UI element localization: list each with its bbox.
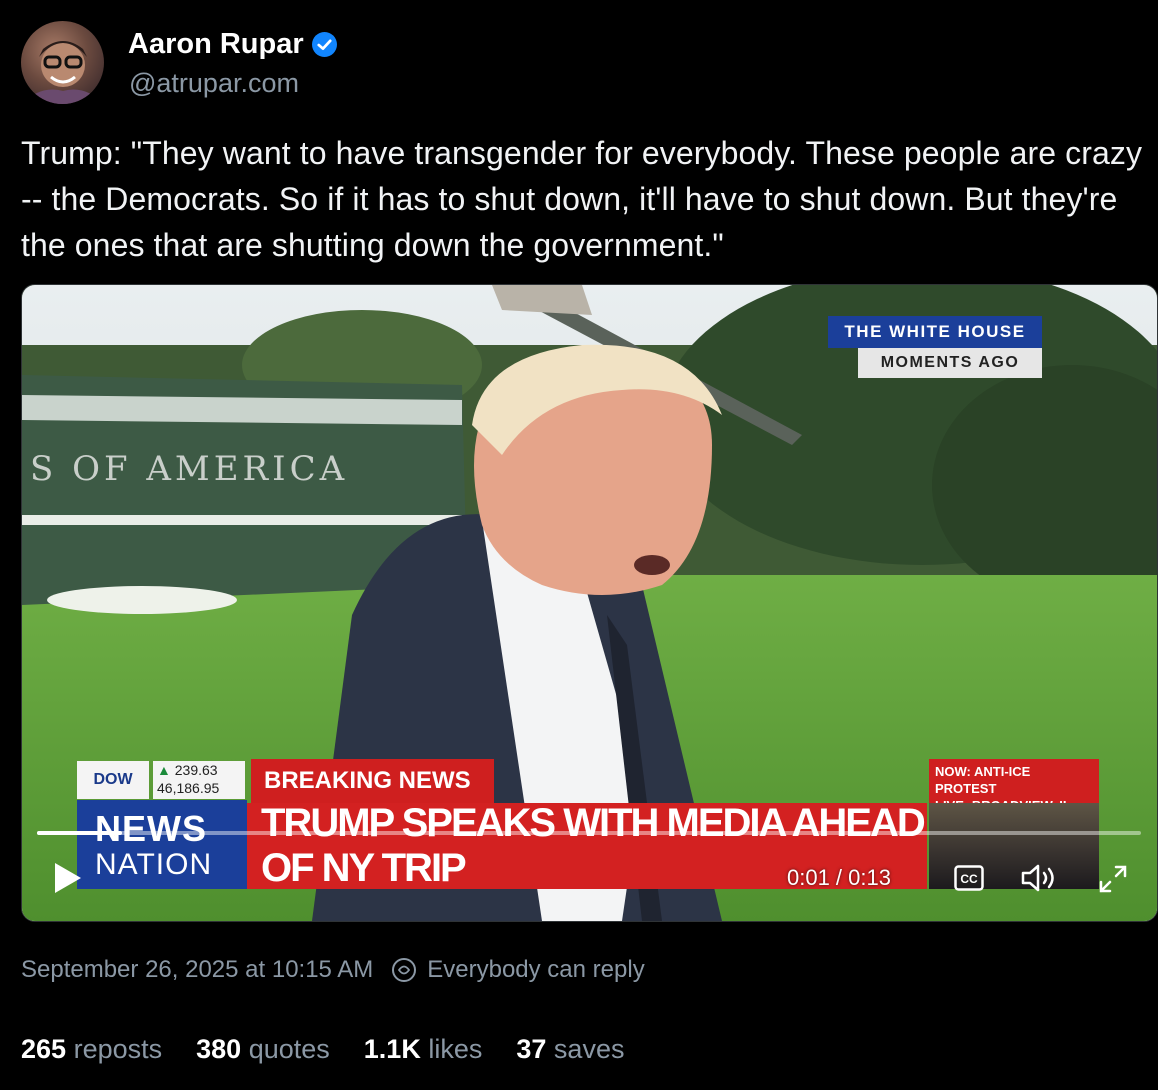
helicopter-lettering: S OF AMERICA — [30, 449, 348, 489]
time-bug: MOMENTS AGO — [858, 348, 1042, 378]
reply-setting[interactable]: Everybody can reply — [427, 956, 644, 984]
location-bug: THE WHITE HOUSE — [828, 316, 1042, 348]
ticker-values: ▲ 239.63 46,186.95 — [153, 761, 245, 799]
stat-saves[interactable]: 37 saves — [516, 1034, 624, 1065]
stat-quotes[interactable]: 380 quotes — [196, 1034, 330, 1065]
time-display: 0:01 / 0:13 — [787, 865, 891, 890]
post-text: Trump: "They want to have transgender fo… — [21, 135, 1143, 263]
progress-fill — [37, 831, 122, 835]
network-logo-line2: NATION — [95, 848, 213, 881]
fullscreen-icon[interactable] — [1097, 863, 1129, 895]
handle[interactable]: @atrupar.com — [129, 68, 299, 99]
avatar[interactable] — [21, 21, 104, 104]
timestamp[interactable]: September 26, 2025 at 10:15 AM — [21, 956, 373, 984]
network-logo-line1: NEWS — [95, 808, 207, 849]
network-logo: NEWS NATION — [77, 800, 247, 889]
cc-label: CC — [960, 872, 978, 886]
closed-captions-icon[interactable]: CC — [954, 865, 984, 891]
ticker-symbol: DOW — [77, 761, 149, 799]
stat-likes[interactable]: 1.1K likes — [364, 1034, 483, 1065]
volume-icon[interactable] — [1020, 863, 1062, 893]
side-label: NOW: ANTI-ICE PROTEST LIVE: BROADVIEW, I… — [929, 759, 1099, 813]
video-player[interactable]: S OF AMERICA THE WHITE HOUSE MOMENTS AGO… — [21, 284, 1158, 922]
play-icon[interactable] — [52, 861, 84, 895]
engagement-stats: 265 reposts 380 quotes 1.1K likes 37 sav… — [21, 1034, 624, 1065]
breaking-news-label: BREAKING NEWS — [251, 759, 494, 803]
progress-bar[interactable] — [37, 831, 1141, 835]
stat-reposts[interactable]: 265 reposts — [21, 1034, 162, 1065]
reply-settings-icon — [392, 958, 417, 982]
ticker-value: 46,186.95 — [157, 780, 220, 796]
display-name[interactable]: Aaron Rupar — [128, 28, 337, 61]
ticker-change: ▲ 239.63 — [157, 762, 218, 778]
verified-badge-icon — [311, 32, 337, 57]
display-name-text: Aaron Rupar — [128, 28, 304, 60]
side-label-line1: NOW: ANTI-ICE PROTEST — [935, 764, 1031, 796]
post-meta: September 26, 2025 at 10:15 AM Everybody… — [21, 956, 645, 984]
post: Aaron Rupar @atrupar.com Trump: "They wa… — [0, 0, 1158, 1090]
